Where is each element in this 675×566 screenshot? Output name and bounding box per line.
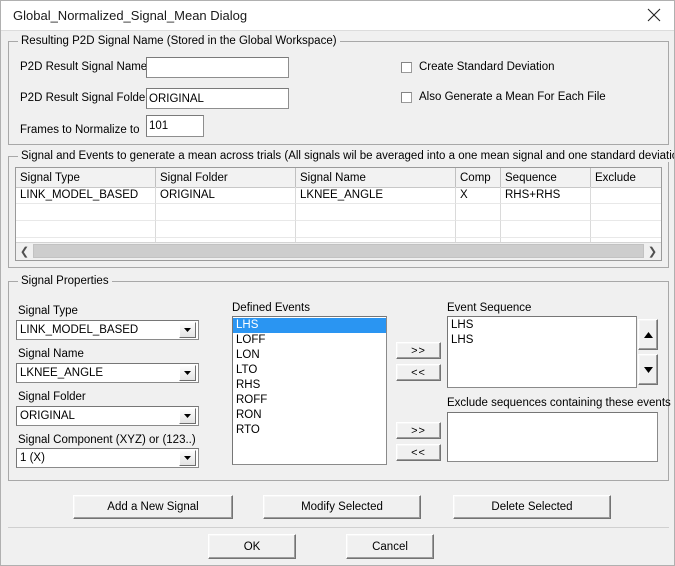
defined-event-item[interactable]: RON [233, 408, 386, 423]
create-standard-deviation-label: Create Standard Deviation [419, 61, 555, 73]
signal-folder-value: ORIGINAL [20, 410, 75, 422]
table-row[interactable] [16, 204, 661, 221]
table-cell [296, 221, 456, 238]
label-p2d-result-signal-folder: P2D Result Signal Folder [20, 92, 150, 104]
table-column-header[interactable]: Signal Folder [156, 168, 296, 187]
signal-type-value: LINK_MODEL_BASED [20, 324, 139, 336]
table-cell: ORIGINAL [156, 187, 296, 204]
signal-component-value: 1 (X) [20, 452, 45, 464]
label-signal-component: Signal Component (XYZ) or (123..) [18, 434, 196, 446]
delete-selected-button[interactable]: Delete Selected [453, 495, 611, 519]
table-row[interactable]: LINK_MODEL_BASED ORIGINAL LKNEE_ANGLE X RHS+… [16, 187, 661, 204]
table-column-header[interactable]: Exclude [591, 168, 661, 187]
table-cell [156, 204, 296, 221]
label-p2d-result-signal-name: P2D Result Signal Name [20, 61, 148, 73]
table-cell [16, 221, 156, 238]
add-a-new-signal-button[interactable]: Add a New Signal [73, 495, 233, 519]
defined-events-listbox[interactable]: LHS LOFF LON LTO RHS ROFF RON RTO [232, 316, 387, 465]
table-header-row: Signal Type Signal Folder Signal Name Comp S… [16, 168, 661, 188]
also-generate-mean-label: Also Generate a Mean For Each File [419, 91, 606, 103]
table-cell [501, 204, 591, 221]
remove-from-exclude-button[interactable]: << [396, 444, 441, 461]
modify-selected-button[interactable]: Modify Selected [263, 495, 421, 519]
defined-event-item[interactable]: ROFF [233, 393, 386, 408]
table-cell [591, 221, 661, 238]
table-column-header[interactable]: Signal Name [296, 168, 456, 187]
cancel-button[interactable]: Cancel [346, 534, 434, 559]
frames-to-normalize-input[interactable] [146, 115, 204, 137]
event-sequence-item[interactable]: LHS [448, 318, 636, 333]
label-defined-events: Defined Events [232, 302, 310, 314]
table-cell [591, 204, 661, 221]
global-normalized-signal-mean-dialog: Global_Normalized_Signal_Mean Dialog Res… [0, 0, 675, 566]
chevron-right-icon[interactable]: ❯ [644, 243, 661, 259]
label-frames-to-normalize: Frames to Normalize to [20, 124, 140, 136]
table-column-header[interactable]: Signal Type [16, 168, 156, 187]
add-to-exclude-button[interactable]: >> [396, 422, 441, 439]
signal-name-value: LKNEE_ANGLE [20, 367, 104, 379]
label-event-sequence: Event Sequence [447, 302, 532, 314]
signal-properties-group-legend: Signal Properties [18, 275, 112, 287]
create-standard-deviation-checkbox[interactable]: Create Standard Deviation [401, 61, 555, 73]
table-cell: LKNEE_ANGLE [296, 187, 456, 204]
signal-name-combo[interactable]: LKNEE_ANGLE [16, 363, 199, 383]
defined-event-item[interactable]: RHS [233, 378, 386, 393]
defined-event-item[interactable]: LHS [233, 318, 386, 333]
close-icon[interactable] [632, 1, 674, 29]
defined-event-item[interactable]: LTO [233, 363, 386, 378]
label-exclude-sequences: Exclude sequences containing these event… [447, 397, 671, 409]
table-cell [501, 221, 591, 238]
chevron-down-icon[interactable] [179, 322, 196, 338]
table-cell [456, 221, 501, 238]
title-bar: Global_Normalized_Signal_Mean Dialog [1, 1, 674, 31]
resulting-signal-group-legend: Resulting P2D Signal Name (Stored in the… [18, 35, 340, 47]
add-to-sequence-button[interactable]: >> [396, 342, 441, 359]
label-signal-name: Signal Name [18, 348, 84, 360]
table-column-header[interactable]: Sequence [501, 168, 591, 187]
table-cell [591, 187, 661, 204]
chevron-down-icon[interactable] [179, 408, 196, 424]
table-cell [296, 204, 456, 221]
remove-from-sequence-button[interactable]: << [396, 364, 441, 381]
table-cell: LINK_MODEL_BASED [16, 187, 156, 204]
defined-event-item[interactable]: LON [233, 348, 386, 363]
checkbox-box [401, 61, 412, 73]
defined-event-item[interactable]: RTO [233, 423, 386, 438]
table-row[interactable] [16, 221, 661, 238]
p2d-result-signal-name-input[interactable] [146, 57, 289, 78]
label-signal-folder: Signal Folder [18, 391, 86, 403]
signal-events-group-legend: Signal and Events to generate a mean acr… [18, 150, 674, 162]
p2d-result-signal-folder-input[interactable] [146, 88, 289, 109]
table-column-header[interactable]: Comp [456, 168, 501, 187]
table-cell [456, 204, 501, 221]
triangle-up-icon[interactable] [638, 319, 658, 350]
signal-type-combo[interactable]: LINK_MODEL_BASED [16, 320, 199, 340]
table-cell: RHS+RHS [501, 187, 591, 204]
table-cell [156, 221, 296, 238]
table-horizontal-scrollbar[interactable]: ❮ ❯ [16, 242, 661, 260]
event-sequence-item[interactable]: LHS [448, 333, 636, 348]
window-title: Global_Normalized_Signal_Mean Dialog [13, 8, 248, 23]
ok-button[interactable]: OK [208, 534, 296, 559]
chevron-down-icon[interactable] [179, 365, 196, 381]
signal-component-combo[interactable]: 1 (X) [16, 448, 199, 468]
signals-table[interactable]: Signal Type Signal Folder Signal Name Comp S… [15, 167, 662, 261]
exclude-sequences-listbox[interactable] [447, 412, 658, 462]
checkbox-box [401, 91, 412, 103]
chevron-left-icon[interactable]: ❮ [16, 243, 33, 259]
event-sequence-listbox[interactable]: LHS LHS [447, 316, 637, 388]
label-signal-type: Signal Type [18, 305, 78, 317]
defined-event-item[interactable]: LOFF [233, 333, 386, 348]
scrollbar-thumb[interactable] [33, 244, 644, 258]
signal-folder-combo[interactable]: ORIGINAL [16, 406, 199, 426]
chevron-down-icon[interactable] [179, 450, 196, 466]
divider [8, 527, 669, 528]
also-generate-mean-checkbox[interactable]: Also Generate a Mean For Each File [401, 91, 606, 103]
table-cell [16, 204, 156, 221]
triangle-down-icon[interactable] [638, 354, 658, 385]
table-cell: X [456, 187, 501, 204]
